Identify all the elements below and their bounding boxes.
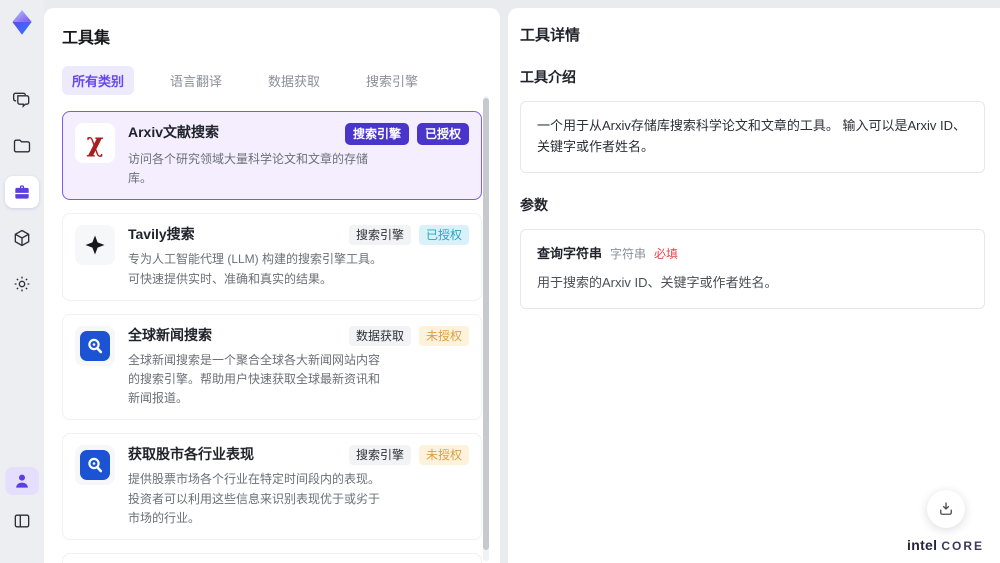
- tool-icon-tile: χ: [75, 325, 115, 366]
- category-tabs: 所有类别 语言翻译 数据获取 搜索引擎: [62, 66, 482, 95]
- tool-list-panel: 工具集 所有类别 语言翻译 数据获取 搜索引擎 χ Arxiv文献搜索 搜索引擎…: [44, 8, 500, 563]
- tool-auth-tag: 未授权: [418, 325, 469, 346]
- tool-tags: 数据获取 未授权: [348, 325, 469, 346]
- tool-auth-tag: 已授权: [418, 225, 469, 246]
- sidebar-item-packages[interactable]: [5, 222, 39, 254]
- tool-category-tag: 搜索引擎: [348, 445, 411, 466]
- intro-heading: 工具介绍: [520, 69, 576, 85]
- tool-tags: 搜索引擎 已授权: [348, 225, 469, 246]
- settings-icon: [14, 276, 30, 292]
- tab-0[interactable]: 所有类别: [62, 66, 135, 95]
- tool-card[interactable]: χ: [62, 213, 482, 301]
- sidebar-item-user[interactable]: [5, 467, 39, 495]
- intel-wordmark: intel: [907, 537, 938, 553]
- tool-icon-tile: χ: [75, 225, 115, 266]
- download-button[interactable]: [926, 490, 965, 528]
- tool-title: Tavily搜索: [128, 226, 195, 243]
- sidebar-item-collapse[interactable]: [5, 505, 39, 537]
- tool-category-tag: 搜索引擎: [348, 225, 411, 246]
- tool-card-head: Arxiv文献搜索 搜索引擎 已授权: [128, 123, 469, 145]
- list-scrollbar-thumb[interactable]: [483, 98, 489, 550]
- main-area: 工具集 所有类别 语言翻译 数据获取 搜索引擎 χ Arxiv文献搜索 搜索引擎…: [44, 8, 1000, 563]
- tool-title: 获取股市各行业表现: [128, 446, 254, 463]
- tool-card[interactable]: χ: [62, 552, 482, 563]
- param-required-badge: 必填: [654, 246, 679, 261]
- folder-icon: [13, 139, 31, 153]
- toolbox-icon: [15, 185, 29, 199]
- core-wordmark: CORE: [941, 539, 984, 553]
- app-sidebar: [0, 0, 44, 563]
- tool-card-body: 全球新闻搜索 数据获取 未授权 全球新闻搜索是一个聚合全球各大新闻网站内容的搜索…: [128, 325, 469, 409]
- tab-3[interactable]: 搜索引擎: [356, 66, 428, 95]
- blue-search-icon: [80, 330, 110, 361]
- tool-desc: 专为人工智能代理 (LLM) 构建的搜索引擎工具。可快速提供实时、准确和真实的结…: [128, 252, 383, 286]
- gem-logo-icon: [12, 10, 32, 35]
- tool-tags: 搜索引擎 未授权: [348, 445, 469, 466]
- tool-icon-tile: χ: [75, 123, 115, 163]
- tool-auth-tag: 已授权: [416, 123, 469, 145]
- arxiv-icon: χ: [86, 128, 104, 158]
- floating-corner-area: intel CORE: [907, 490, 984, 553]
- tool-card-head: 全球新闻搜索 数据获取 未授权: [128, 325, 469, 346]
- tool-tags: 搜索引擎 已授权: [344, 123, 469, 145]
- tool-desc: 提供股票市场各个行业在特定时间段内的表现。投资者可以利用这些信息来识别表现优于或…: [128, 472, 381, 525]
- page-title: 工具集: [62, 30, 111, 47]
- param-desc: 用于搜索的Arxiv ID、关键字或作者姓名。: [537, 275, 778, 291]
- tool-icon-tile: χ: [75, 445, 115, 486]
- sidebar-item-settings[interactable]: [5, 268, 39, 300]
- tab-2[interactable]: 数据获取: [258, 66, 330, 95]
- list-scrollbar[interactable]: [483, 96, 489, 561]
- tool-category-tag: 搜索引擎: [344, 123, 409, 145]
- detail-title: 工具详情: [520, 27, 581, 44]
- tool-card-body: Tavily搜索 搜索引擎 已授权 专为人工智能代理 (LLM) 构建的搜索引擎…: [128, 225, 469, 288]
- tool-category-tag: 数据获取: [348, 325, 411, 346]
- chat-icon: [13, 92, 30, 108]
- panel-toggle-icon: [14, 514, 30, 528]
- sparkle-icon: [83, 233, 107, 257]
- user-icon: [16, 474, 28, 488]
- tool-card-body: Arxiv文献搜索 搜索引擎 已授权 访问各个研究领域大量科学论文和文章的存储库…: [128, 123, 469, 188]
- param-box: 查询字符串 字符串 必填 用于搜索的Arxiv ID、关键字或作者姓名。: [520, 228, 985, 310]
- tool-detail-panel: 工具详情 工具介绍 一个用于从Arxiv存储库搜索科学论文和文章的工具。 输入可…: [508, 8, 1000, 563]
- intel-core-logo: intel CORE: [907, 537, 984, 553]
- tool-card[interactable]: χ: [62, 313, 482, 421]
- download-icon: [939, 502, 952, 515]
- params-heading: 参数: [520, 196, 548, 213]
- param-name: 查询字符串: [537, 245, 603, 261]
- tab-1[interactable]: 语言翻译: [160, 66, 232, 95]
- tool-desc: 访问各个研究领域大量科学论文和文章的存储库。: [128, 152, 369, 186]
- blue-search-icon: [80, 450, 110, 481]
- param-type: 字符串: [610, 246, 647, 261]
- intro-box: 一个用于从Arxiv存储库搜索科学论文和文章的工具。 输入可以是Arxiv ID…: [520, 101, 985, 173]
- tool-card-body: 获取股市各行业表现 搜索引擎 未授权 提供股票市场各个行业在特定时间段内的表现。…: [128, 445, 469, 528]
- tool-card-head: 获取股市各行业表现 搜索引擎 未授权: [128, 445, 469, 466]
- sidebar-item-tools[interactable]: [5, 176, 39, 208]
- param-row: 查询字符串 字符串 必填: [537, 244, 968, 265]
- tool-desc: 全球新闻搜索是一个聚合全球各大新闻网站内容的搜索引擎。帮助用户快速获取全球最新资…: [128, 352, 381, 406]
- cube-icon: [14, 229, 30, 247]
- tool-title: Arxiv文献搜索: [128, 124, 220, 140]
- tool-card-head: Tavily搜索 搜索引擎 已授权: [128, 225, 469, 246]
- tool-title: 全球新闻搜索: [128, 326, 212, 343]
- sidebar-item-chat[interactable]: [5, 84, 39, 116]
- tool-auth-tag: 未授权: [418, 445, 469, 466]
- tool-card[interactable]: χ: [62, 433, 482, 540]
- tool-cards-list: χ Arxiv文献搜索 搜索引擎 已授权 访问各个研究领域大量科学论文和文章的存…: [62, 111, 482, 563]
- sidebar-item-files[interactable]: [5, 130, 39, 162]
- tool-card[interactable]: χ: [62, 111, 482, 201]
